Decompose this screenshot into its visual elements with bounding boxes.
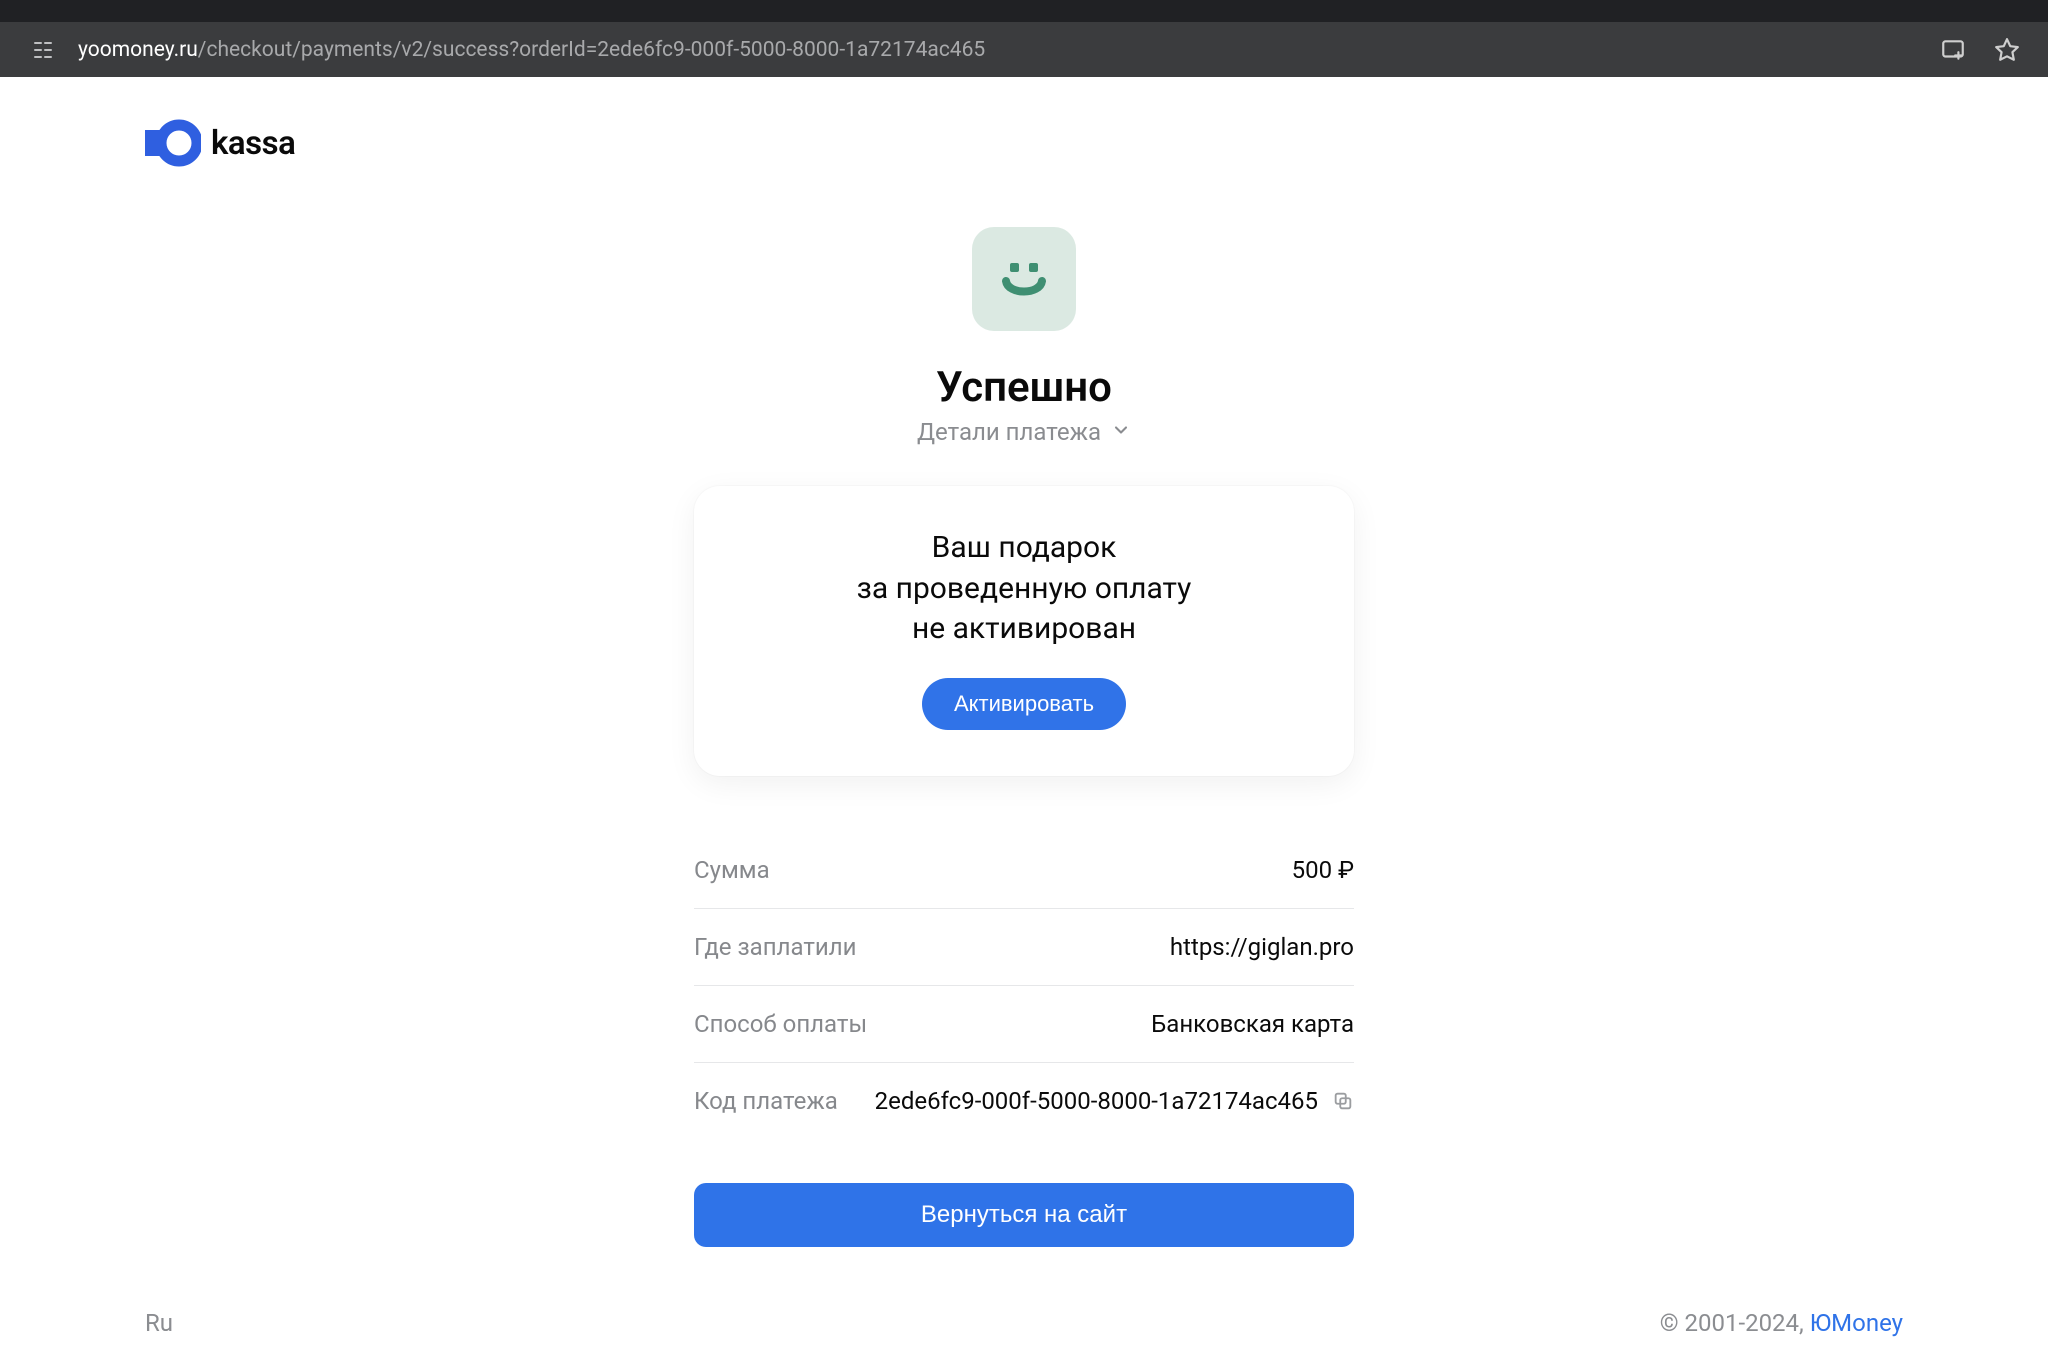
row-method: Способ оплаты Банковская карта [694, 986, 1354, 1063]
browser-address-bar[interactable]: yoomoney.ru/checkout/payments/v2/success… [0, 22, 2048, 77]
gift-line-2: за проведенную оплату [734, 569, 1314, 610]
install-app-icon[interactable] [1940, 37, 1966, 63]
code-label: Код платежа [694, 1087, 838, 1115]
gift-text: Ваш подарок за проведенную оплату не акт… [734, 528, 1314, 650]
language-switch[interactable]: Ru [145, 1309, 173, 1337]
return-button[interactable]: Вернуться на сайт [694, 1183, 1354, 1247]
code-value: 2ede6fc9-000f-5000-8000-1a72174ac465 [875, 1087, 1318, 1115]
site-settings-icon[interactable] [30, 37, 56, 63]
copy-icon[interactable] [1332, 1090, 1354, 1112]
method-label: Способ оплаты [694, 1010, 867, 1038]
browser-tabstrip [0, 0, 2048, 22]
success-smile-icon [972, 227, 1076, 331]
payment-details-label: Детали платежа [917, 418, 1101, 446]
page: kassa Успешно Детали платежа Ваш подарок… [0, 77, 2048, 1363]
url-path: /checkout/payments/v2/success?orderId=2e… [198, 38, 985, 62]
gift-card: Ваш подарок за проведенную оплату не акт… [694, 486, 1354, 776]
amount-label: Сумма [694, 856, 770, 884]
brand-logo-text: kassa [211, 124, 295, 163]
payment-details-list: Сумма 500 ₽ Где заплатили https://giglan… [694, 832, 1354, 1139]
merchant-label: Где заплатили [694, 933, 856, 961]
copyright-text: © 2001-2024, [1660, 1309, 1810, 1337]
success-title: Успешно [936, 363, 1112, 412]
gift-line-3: не активирован [734, 609, 1314, 650]
method-value: Банковская карта [1151, 1010, 1354, 1038]
copyright: © 2001-2024, ЮMoney [1660, 1309, 1903, 1337]
yookassa-logo-icon [145, 115, 201, 171]
brand-link[interactable]: ЮMoney [1810, 1309, 1903, 1337]
url-text[interactable]: yoomoney.ru/checkout/payments/v2/success… [78, 38, 1940, 62]
amount-value: 500 ₽ [1292, 856, 1354, 884]
brand-logo[interactable]: kassa [145, 115, 295, 171]
footer: Ru © 2001-2024, ЮMoney [0, 1309, 2048, 1337]
row-code: Код платежа 2ede6fc9-000f-5000-8000-1a72… [694, 1063, 1354, 1139]
gift-line-1: Ваш подарок [734, 528, 1314, 569]
bookmark-star-icon[interactable] [1994, 37, 2020, 63]
merchant-value: https://giglan.pro [1170, 933, 1354, 961]
url-domain: yoomoney.ru [78, 38, 198, 62]
chevron-down-icon [1111, 418, 1131, 446]
row-merchant: Где заплатили https://giglan.pro [694, 909, 1354, 986]
row-amount: Сумма 500 ₽ [694, 832, 1354, 909]
payment-details-toggle[interactable]: Детали платежа [917, 418, 1131, 446]
activate-button[interactable]: Активировать [922, 678, 1126, 730]
